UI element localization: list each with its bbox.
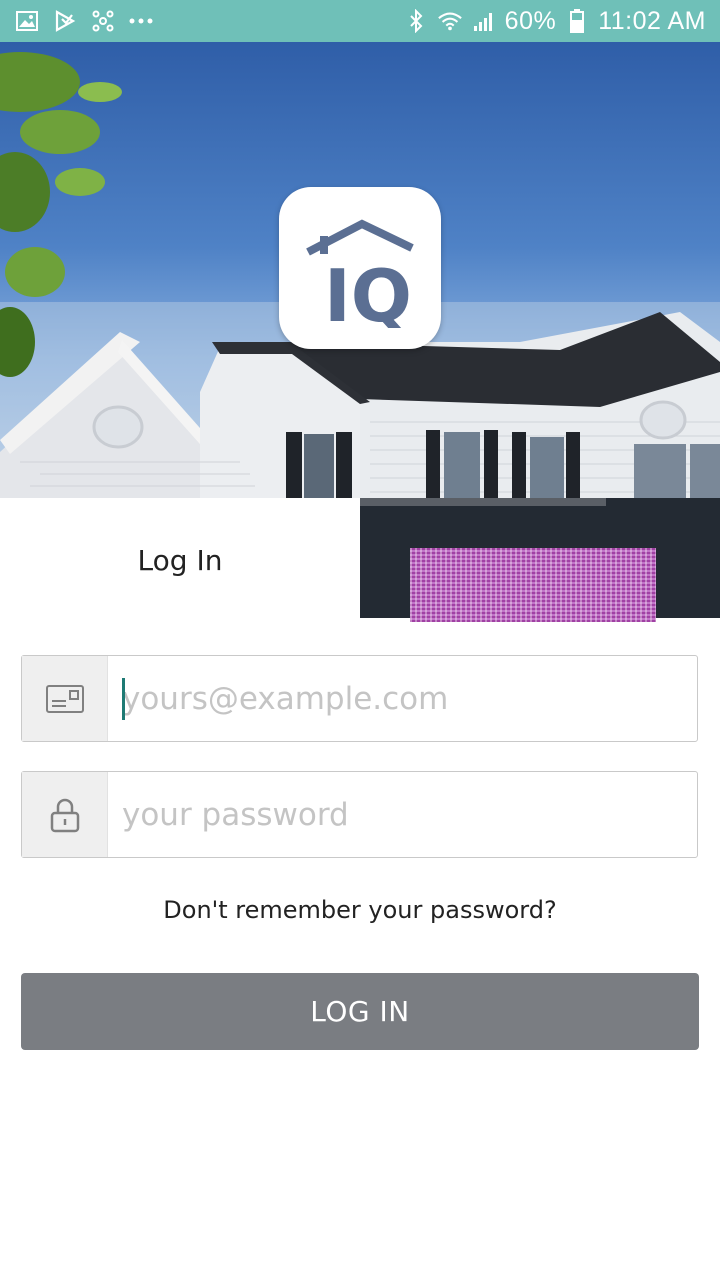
logo-text: IQ [324,254,412,328]
house-iq-logo-icon: IQ [306,219,414,328]
text-cursor [122,678,125,720]
password-input[interactable] [108,772,697,857]
wifi-icon [437,8,463,34]
more-dots-icon [128,8,154,34]
app-logo: IQ [279,187,441,349]
lock-icon [22,772,108,857]
email-input[interactable] [108,656,697,741]
hero-header: IQ [0,42,720,498]
log-in-button[interactable]: LOG IN [21,973,699,1050]
network-icon [90,8,116,34]
envelope-icon [22,656,108,741]
clock: 11:02 AM [598,6,706,35]
status-bar: 60% 11:02 AM [0,0,720,42]
password-field [21,771,698,858]
status-right: 60% 11:02 AM [403,7,706,36]
bluetooth-icon [403,8,429,34]
redaction-noise [410,548,656,622]
play-store-icon [52,8,78,34]
forgot-password-link[interactable]: Don't remember your password? [0,896,720,924]
email-field [21,655,698,742]
redaction-stripe [360,498,606,506]
battery-icon [564,8,590,34]
tab-sign-up-redacted[interactable] [360,498,720,622]
gallery-icon [14,8,40,34]
auth-tabs: Log In [0,498,720,622]
signal-icon [471,8,497,34]
tab-log-in[interactable]: Log In [0,498,360,622]
battery-percent: 60% [504,6,557,35]
status-left [14,8,154,34]
